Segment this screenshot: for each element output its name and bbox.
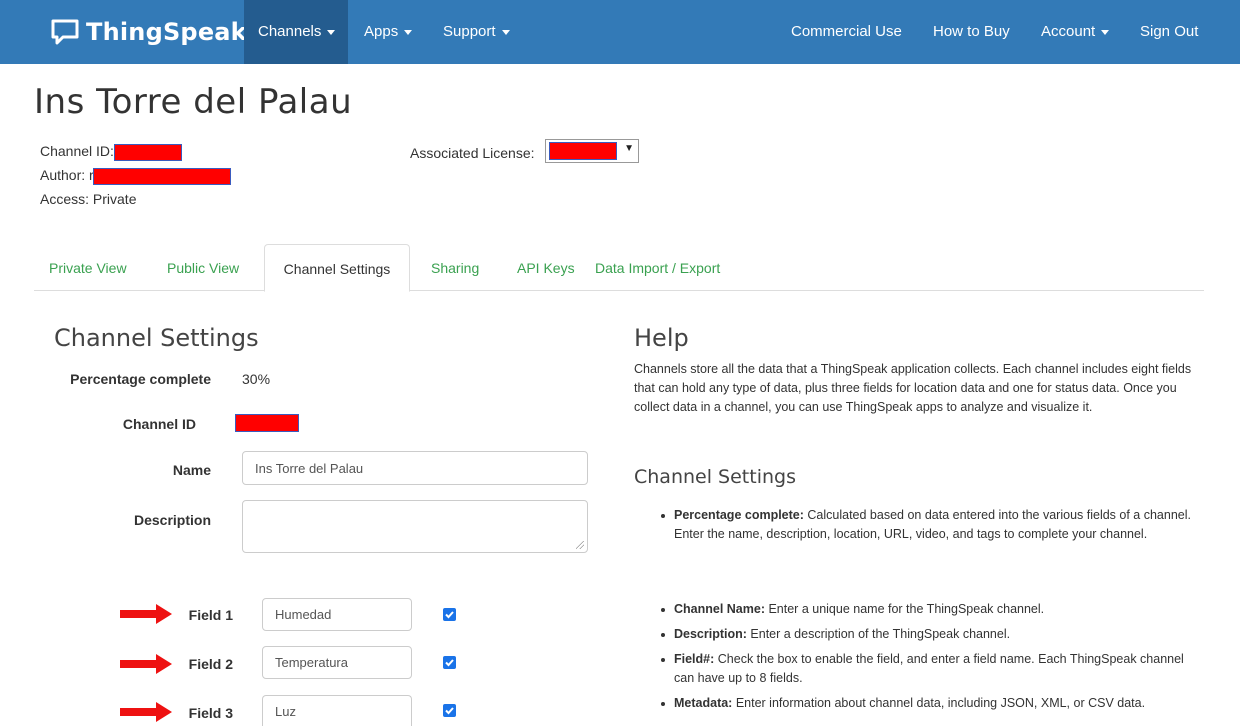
field-3-input[interactable]: Luz <box>262 695 412 726</box>
speech-bubble-icon <box>51 19 79 45</box>
author-meta: Author: r <box>40 167 231 185</box>
nav-apps-menu[interactable]: Apps <box>364 0 413 64</box>
nav-commercial-use[interactable]: Commercial Use <box>791 0 902 64</box>
chevron-down-icon <box>327 29 336 35</box>
nav-channels-menu[interactable]: Channels <box>244 0 348 64</box>
redacted-block <box>549 142 617 160</box>
nav-support-menu[interactable]: Support <box>443 0 510 64</box>
field-2-label: Field 2 <box>188 656 233 672</box>
help-item-field: Field#: Check the box to enable the fiel… <box>634 650 1204 688</box>
help-text: Check the box to enable the field, and e… <box>674 652 1184 685</box>
field-3-label: Field 3 <box>188 705 233 721</box>
redacted-block <box>113 143 182 161</box>
help-title: Help <box>634 324 689 352</box>
checkmark-icon <box>445 707 454 715</box>
chevron-down-icon <box>404 29 413 35</box>
percentage-complete-value: 30% <box>242 371 271 387</box>
license-label: Associated License: <box>410 145 535 161</box>
chevron-down-icon <box>501 29 510 35</box>
nav-channels-label: Channels <box>258 23 322 40</box>
top-navbar: ThingSpeak ™ Channels Apps Support Comme… <box>0 0 1240 64</box>
help-term: Metadata: <box>674 696 733 710</box>
field-1-checkbox[interactable] <box>443 608 456 621</box>
name-label: Name <box>172 462 211 478</box>
nav-how-to-buy[interactable]: How to Buy <box>933 0 1010 64</box>
description-textarea[interactable] <box>242 500 588 553</box>
tab-data-import-export[interactable]: Data Import / Export <box>595 244 720 290</box>
redacted-block <box>235 414 299 432</box>
page-title: Ins Torre del Palau <box>34 82 353 122</box>
channel-id-label: Channel ID: <box>40 143 114 159</box>
help-list: Channel Name: Enter a unique name for th… <box>634 600 1204 713</box>
channel-id-label: Channel ID <box>122 416 196 432</box>
tab-public-view[interactable]: Public View <box>167 244 239 290</box>
access-meta: Access: Private <box>40 191 137 207</box>
nav-account-label: Account <box>1041 23 1096 40</box>
tab-channel-settings[interactable]: Channel Settings <box>264 244 410 292</box>
redacted-block <box>92 167 231 185</box>
name-input[interactable]: Ins Torre del Palau <box>242 451 588 485</box>
field-2-checkbox[interactable] <box>443 656 456 669</box>
nav-support-label: Support <box>443 23 496 40</box>
percentage-complete-label: Percentage complete <box>70 371 211 387</box>
brand-logo[interactable]: ThingSpeak ™ <box>50 14 261 50</box>
help-item-description: Description: Enter a description of the … <box>634 625 1204 644</box>
help-term: Percentage complete: <box>674 508 804 522</box>
help-term: Field#: <box>674 652 715 666</box>
chevron-down-icon <box>1101 29 1110 35</box>
help-intro: Channels store all the data that a Thing… <box>634 362 1192 414</box>
help-term: Channel Name: <box>674 602 765 616</box>
help-text: Enter information about channel data, in… <box>732 696 1146 710</box>
dropdown-triangle-icon: ▼ <box>624 143 634 154</box>
field-1-label: Field 1 <box>188 607 233 623</box>
help-item-metadata: Metadata: Enter information about channe… <box>634 694 1204 713</box>
field-2-input[interactable]: Temperatura <box>262 646 412 679</box>
help-text: Enter a description of the ThingSpeak ch… <box>746 627 1011 641</box>
tab-sharing[interactable]: Sharing <box>431 244 479 290</box>
help-subtitle: Channel Settings <box>634 466 796 488</box>
field-3-checkbox[interactable] <box>443 704 456 717</box>
resize-grip-icon[interactable] <box>576 541 584 549</box>
help-item-channel-name: Channel Name: Enter a unique name for th… <box>634 600 1204 619</box>
channel-tabs: Private View Public View Channel Setting… <box>34 244 1204 292</box>
field-1-input[interactable]: Humedad <box>262 598 412 631</box>
channel-id-meta: Channel ID: <box>40 143 182 161</box>
author-label: Author: r <box>40 167 94 183</box>
help-list-top: Percentage complete: Calculated based on… <box>634 506 1204 544</box>
tab-api-keys[interactable]: API Keys <box>517 244 575 290</box>
nav-apps-label: Apps <box>364 23 399 40</box>
checkmark-icon <box>445 659 454 667</box>
description-label: Description <box>133 512 211 528</box>
nav-sign-out[interactable]: Sign Out <box>1140 0 1198 64</box>
brand-name: ThingSpeak <box>86 18 247 46</box>
checkmark-icon <box>445 611 454 619</box>
license-select[interactable]: ▼ <box>545 139 639 163</box>
nav-account-menu[interactable]: Account <box>1041 0 1110 64</box>
tab-private-view[interactable]: Private View <box>49 244 127 290</box>
settings-title: Channel Settings <box>54 324 259 352</box>
help-term: Description: <box>674 627 747 641</box>
help-text: Enter a unique name for the ThingSpeak c… <box>765 602 1045 616</box>
help-item-percentage: Percentage complete: Calculated based on… <box>634 506 1204 544</box>
